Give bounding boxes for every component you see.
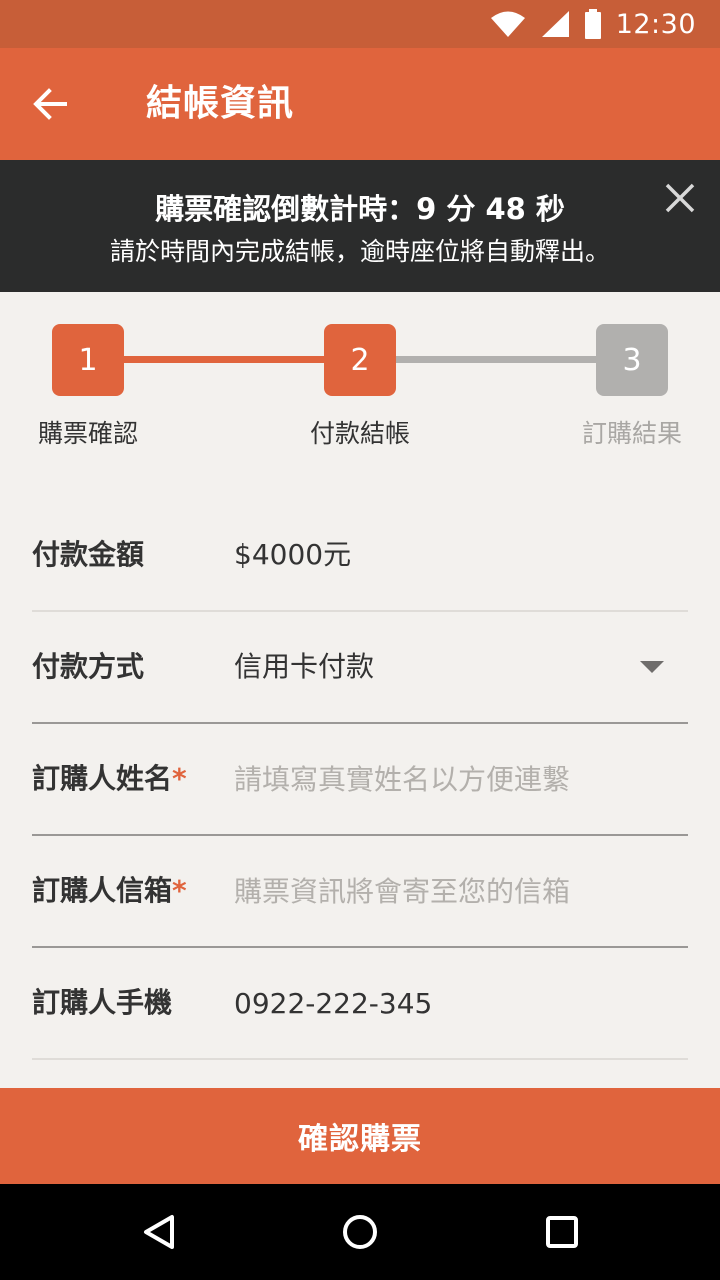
phone-label: 訂購人手機 <box>32 986 173 1019</box>
nav-home-button[interactable] <box>332 1204 388 1260</box>
cellular-signal-icon <box>541 11 569 37</box>
name-label-text: 訂購人姓名 <box>32 762 173 795</box>
status-icons: 12:30 <box>490 0 696 48</box>
payment-method-label: 付款方式 <box>32 650 145 683</box>
arrow-left-icon <box>33 88 67 120</box>
step-connector-2 <box>396 356 596 363</box>
nav-recents-button[interactable] <box>534 1204 590 1260</box>
page-title: 結帳資訊 <box>146 83 295 124</box>
payment-method-row: 付款方式 信用卡付款 <box>32 612 688 724</box>
status-bar: 12:30 <box>0 0 720 48</box>
email-label-text: 訂購人信箱 <box>32 874 173 907</box>
email-row: 訂購人信箱* <box>32 836 688 948</box>
system-nav-bar <box>0 1184 720 1280</box>
app-bar: 結帳資訊 <box>0 48 720 160</box>
email-label: 訂購人信箱* <box>32 836 187 946</box>
close-icon <box>665 183 695 213</box>
checkout-form: 付款金額 $4000元 付款方式 信用卡付款 訂購人姓名* 訂購人信箱* 訂購人… <box>32 500 688 1060</box>
countdown-banner: 購票確認倒數計時：9 分 48 秒 請於時間內完成結帳，逾時座位將自動釋出。 <box>0 160 720 292</box>
required-mark: * <box>172 874 187 907</box>
name-input[interactable] <box>228 754 678 804</box>
confirm-purchase-button[interactable]: 確認購票 <box>0 1088 720 1184</box>
countdown-text: 購票確認倒數計時：9 分 48 秒 <box>155 192 565 226</box>
nav-back-button[interactable] <box>132 1204 188 1260</box>
step-2-box: 2 <box>324 324 396 396</box>
countdown-notice: 請於時間內完成結帳，逾時座位將自動釋出。 <box>109 237 610 266</box>
email-input[interactable] <box>228 866 678 916</box>
phone-row: 訂購人手機 <box>32 948 688 1060</box>
step-2-number: 2 <box>350 342 370 378</box>
step-1-label: 購票確認 <box>37 419 138 448</box>
banner-close-button[interactable] <box>654 172 706 224</box>
amount-value: $4000元 <box>234 538 352 571</box>
step-1-number: 1 <box>78 342 98 378</box>
required-mark: * <box>172 762 187 795</box>
square-recents-icon <box>546 1216 578 1248</box>
name-row: 訂購人姓名* <box>32 724 688 836</box>
amount-label: 付款金額 <box>32 538 145 571</box>
payment-method-value: 信用卡付款 <box>234 650 375 683</box>
step-connector-1 <box>124 356 324 363</box>
status-time: 12:30 <box>615 8 696 40</box>
battery-icon <box>584 9 601 39</box>
name-label: 訂購人姓名* <box>32 724 187 834</box>
step-3-box: 3 <box>596 324 668 396</box>
step-2-label: 付款結帳 <box>309 419 410 448</box>
circle-home-icon <box>343 1215 377 1249</box>
checkout-stepper: 1 2 3 購票確認 付款結帳 訂購結果 <box>0 292 720 472</box>
wifi-icon <box>490 11 525 37</box>
step-1-box: 1 <box>52 324 124 396</box>
triangle-back-icon <box>144 1215 174 1249</box>
dropdown-arrow-icon <box>640 661 664 673</box>
phone-input[interactable] <box>228 978 678 1028</box>
step-3-number: 3 <box>622 342 642 378</box>
step-3-label: 訂購結果 <box>581 419 682 448</box>
amount-row: 付款金額 $4000元 <box>32 500 688 612</box>
back-button[interactable] <box>22 76 78 132</box>
